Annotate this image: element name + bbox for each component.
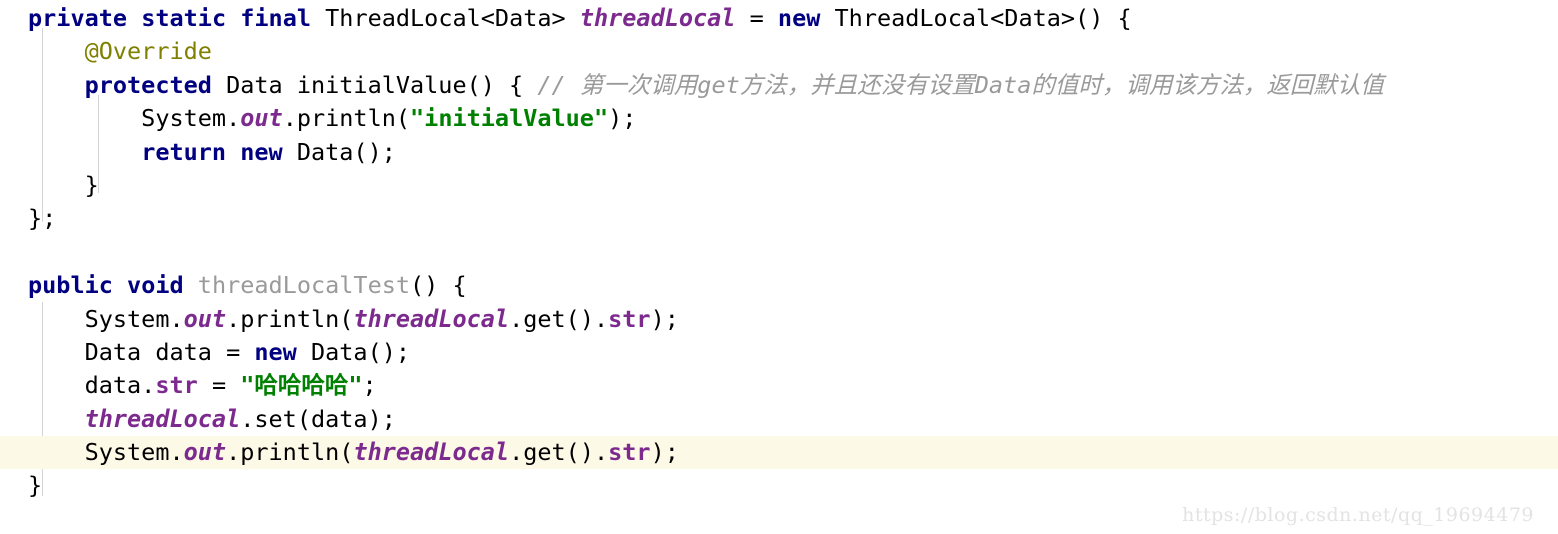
token-kw: return [141, 137, 227, 166]
token-fld: threadLocal [353, 304, 510, 333]
token-plain: Data(); [282, 137, 396, 166]
token-plain: = [197, 371, 241, 400]
code-line-5[interactable]: return new Data(); [0, 136, 1558, 169]
token-plain: Data data = [28, 337, 255, 366]
token-plain: } [28, 170, 99, 199]
code-line-3[interactable]: protected Data initialValue() { // 第一次调用… [0, 69, 1558, 102]
token-plain: System. [28, 104, 241, 133]
token-plain: .println( [282, 104, 411, 133]
token-kw: private [28, 4, 128, 32]
token-kw: new [777, 4, 821, 32]
code-editor-viewport[interactable]: private static final ThreadLocal<Data> t… [0, 0, 1558, 534]
watermark-url: https://blog.csdn.net/qq_19694479 [1182, 504, 1534, 526]
token-kw: final [240, 4, 311, 32]
token-kw: protected [84, 70, 212, 99]
token-fld: out [183, 304, 227, 333]
token-plain: ; [362, 371, 377, 400]
token-kw: public [28, 271, 113, 300]
token-fld-s: str [608, 438, 651, 467]
code-line-9[interactable]: public void threadLocalTest() { [0, 269, 1558, 302]
code-line-7[interactable]: }; [0, 202, 1558, 235]
code-line-6[interactable]: } [0, 169, 1558, 202]
token-plain: ThreadLocal<Data>() { [820, 4, 1132, 32]
token-plain: } [28, 471, 43, 500]
token-plain: ); [608, 104, 637, 133]
code-line-10[interactable]: System.out.println(threadLocal.get().str… [0, 303, 1558, 336]
code-lines-container[interactable]: private static final ThreadLocal<Data> t… [0, 0, 1558, 503]
token-kw: new [240, 137, 283, 166]
token-plain: Data initialValue() { [211, 70, 538, 99]
token-plain: }; [28, 204, 57, 233]
token-fld: out [183, 438, 227, 467]
token-plain: System. [28, 304, 184, 333]
token-plain: .get(). [509, 304, 609, 333]
token-fld: threadLocal [353, 438, 510, 467]
token-plain: .set(data); [240, 404, 396, 433]
code-line-8[interactable] [0, 236, 1558, 269]
token-kw: void [127, 271, 184, 300]
code-line-2[interactable]: @Override [0, 35, 1558, 68]
code-line-4[interactable]: System.out.println("initialValue"); [0, 102, 1558, 135]
token-str: "initialValue" [410, 104, 609, 133]
token-plain: .get(). [509, 438, 609, 467]
token-kw: static [141, 4, 227, 32]
token-mth: threadLocalTest [197, 271, 411, 300]
code-line-13[interactable]: threadLocal.set(data); [0, 403, 1558, 436]
token-plain: .println( [226, 304, 354, 333]
token-plain: = [735, 4, 778, 32]
code-line-1[interactable]: private static final ThreadLocal<Data> t… [0, 2, 1558, 35]
token-plain: ); [650, 304, 679, 333]
token-fld: threadLocal [84, 404, 241, 433]
token-ann: @Override [84, 37, 212, 66]
token-plain: () { [410, 271, 467, 300]
token-plain: ThreadLocal<Data> [311, 4, 580, 32]
token-plain: data. [28, 371, 156, 400]
token-plain: .println( [226, 438, 354, 467]
token-cmt: // 第一次调用get方法，并且还没有设置Data的值时，调用该方法，返回默认值 [537, 70, 1384, 99]
token-plain: Data(); [296, 337, 411, 366]
code-line-15[interactable]: } [0, 469, 1558, 502]
code-line-12[interactable]: data.str = "哈哈哈哈"; [0, 369, 1558, 402]
token-fld: threadLocal [579, 4, 736, 32]
token-fld-s: str [155, 371, 198, 400]
token-fld-s: str [608, 304, 651, 333]
token-plain: ); [650, 438, 679, 467]
code-line-11[interactable]: Data data = new Data(); [0, 336, 1558, 369]
token-fld: out [240, 104, 283, 133]
token-plain: System. [28, 438, 184, 467]
token-kw: new [254, 337, 297, 366]
token-str: "哈哈哈哈" [240, 371, 363, 400]
code-line-14-highlighted[interactable]: System.out.println(threadLocal.get().str… [0, 436, 1558, 470]
